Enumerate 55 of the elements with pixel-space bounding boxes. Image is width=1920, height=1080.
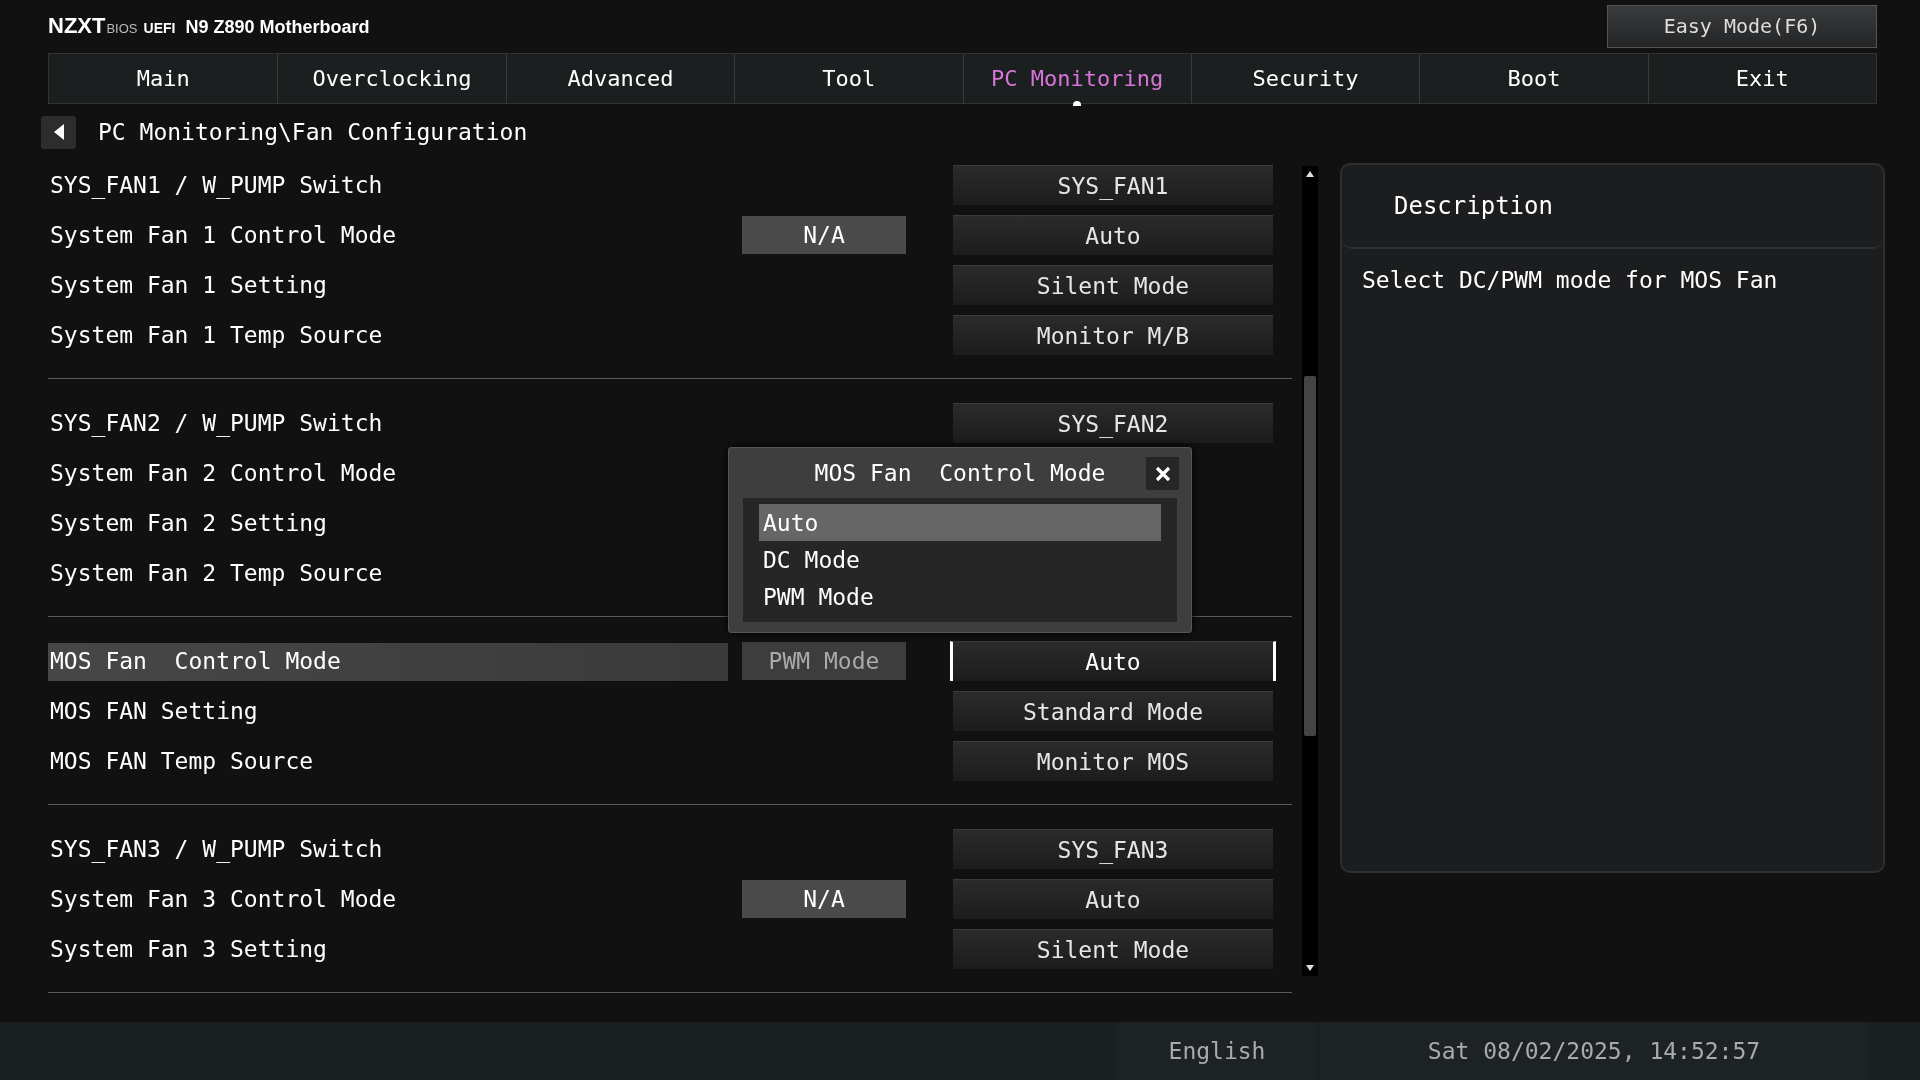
option-button[interactable]: Auto [953, 215, 1273, 255]
popup-option[interactable]: DC Mode [759, 541, 1161, 578]
option-button[interactable]: Auto [950, 641, 1276, 681]
option-button[interactable]: Monitor M/B [953, 315, 1273, 355]
option-button[interactable]: Silent Mode [953, 265, 1273, 305]
setting-label[interactable]: System Fan 3 Setting [48, 936, 327, 962]
setting-label[interactable]: System Fan 2 Setting [48, 510, 327, 536]
option-button[interactable]: SYS_FAN2 [953, 403, 1273, 443]
popup-option[interactable]: PWM Mode [759, 578, 1161, 615]
scrollbar[interactable] [1302, 166, 1318, 976]
popup-option[interactable]: Auto [759, 504, 1161, 541]
option-button[interactable]: Standard Mode [953, 691, 1273, 731]
tab[interactable]: Boot [1419, 54, 1648, 103]
status-value: PWM Mode [742, 642, 906, 680]
option-button[interactable]: Silent Mode [953, 929, 1273, 969]
option-button[interactable]: SYS_FAN3 [953, 829, 1273, 869]
status-value: N/A [742, 880, 906, 918]
setting-label[interactable]: MOS FAN Temp Source [48, 748, 314, 774]
tab[interactable]: Advanced [505, 54, 735, 103]
close-button[interactable] [1146, 457, 1179, 490]
close-icon [1153, 464, 1172, 483]
setting-label[interactable]: System Fan 2 Control Mode [48, 460, 397, 486]
option-button[interactable]: Auto [953, 879, 1273, 919]
tab[interactable]: Security [1190, 54, 1420, 103]
bios-label: BIOS [106, 21, 138, 36]
tab[interactable]: PC Monitoring [962, 54, 1191, 103]
tab[interactable]: Exit [1647, 54, 1876, 103]
setting-label[interactable]: System Fan 1 Control Mode [48, 222, 397, 248]
back-button[interactable] [41, 115, 76, 149]
tab[interactable]: Overclocking [277, 54, 506, 103]
uefi-label: UEFI [143, 20, 176, 36]
date-time: Sat 08/02/2025, 14:52:57 [1320, 1022, 1868, 1080]
option-button[interactable]: Monitor MOS [953, 741, 1273, 781]
setting-label[interactable]: System Fan 1 Temp Source [48, 322, 383, 348]
description-title: Description [1394, 192, 1553, 220]
breadcrumb: PC Monitoring\Fan Configuration [98, 119, 528, 145]
scroll-up-icon[interactable] [1305, 170, 1315, 178]
popup-title: MOS Fan Control Mode [814, 460, 1106, 486]
language-selector[interactable]: English [1117, 1022, 1317, 1080]
setting-label[interactable]: SYS_FAN3 / W_PUMP Switch [48, 836, 383, 862]
model-name: N9 Z890 Motherboard [185, 17, 370, 38]
tab[interactable]: Main [49, 54, 278, 103]
setting-label[interactable]: System Fan 1 Setting [48, 272, 327, 298]
scroll-down-icon[interactable] [1305, 964, 1315, 972]
tab[interactable]: Tool [734, 54, 963, 103]
easy-mode-button[interactable]: Easy Mode(F6) [1607, 4, 1877, 48]
status-value: N/A [742, 216, 906, 254]
setting-label[interactable]: System Fan 3 Control Mode [48, 886, 397, 912]
option-button[interactable]: SYS_FAN1 [953, 165, 1273, 205]
setting-label[interactable]: MOS FAN Setting [48, 698, 258, 724]
setting-label[interactable]: System Fan 2 Temp Source [48, 560, 383, 586]
setting-label[interactable]: SYS_FAN1 / W_PUMP Switch [48, 172, 383, 198]
brand-logo: NZXT [48, 13, 106, 39]
setting-label[interactable]: SYS_FAN2 / W_PUMP Switch [48, 410, 383, 436]
description-text: Select DC/PWM mode for MOS Fan [1362, 267, 1779, 293]
